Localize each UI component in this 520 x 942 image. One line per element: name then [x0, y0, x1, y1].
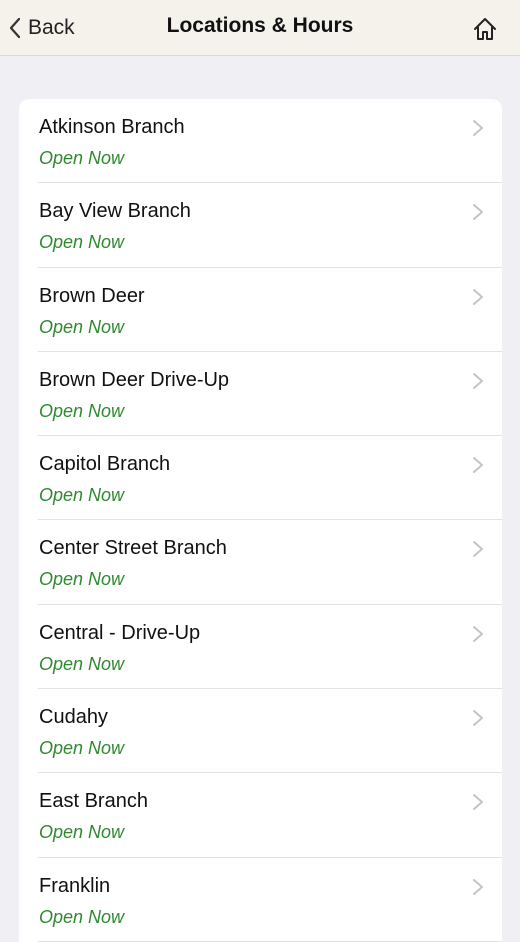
chevron-right-icon [473, 710, 483, 727]
list-item[interactable]: Central - Drive-Up Open Now [19, 605, 502, 690]
list-item[interactable]: Brown Deer Open Now [19, 268, 502, 353]
location-status: Open Now [39, 148, 125, 168]
location-name: Center Street Branch [39, 537, 227, 560]
locations-list: Atkinson Branch Open Now Bay View Branch… [19, 99, 502, 942]
location-name: Capitol Branch [39, 453, 171, 476]
location-name: Brown Deer Drive-Up [39, 368, 230, 391]
chevron-right-icon [473, 457, 483, 474]
location-name: Bay View Branch [39, 200, 191, 223]
navigation-bar: Back Locations & Hours [0, 0, 520, 56]
home-icon [474, 18, 496, 40]
home-button[interactable] [472, 16, 498, 42]
chevron-right-icon [473, 372, 483, 389]
list-item[interactable]: Atkinson Branch Open Now [19, 99, 502, 184]
list-item[interactable]: East Branch Open Now [19, 773, 502, 858]
page-title: Locations & Hours [166, 14, 354, 37]
location-status: Open Now [39, 822, 125, 843]
list-item[interactable]: Capitol Branch Open Now [19, 436, 502, 521]
chevron-right-icon [473, 288, 483, 305]
chevron-right-icon [473, 541, 483, 558]
location-status: Open Now [39, 232, 125, 253]
list-item[interactable]: Bay View Branch Open Now [19, 183, 502, 268]
list-item[interactable]: Brown Deer Drive-Up Open Now [19, 352, 502, 437]
chevron-right-icon [473, 625, 483, 642]
chevron-right-icon [473, 204, 483, 221]
location-name: Cudahy [39, 706, 108, 729]
chevron-right-icon [473, 794, 483, 811]
location-name: Franklin [39, 874, 111, 897]
location-status: Open Now [39, 906, 125, 927]
location-name: Central - Drive-Up [39, 621, 201, 644]
location-status: Open Now [39, 485, 125, 506]
location-status: Open Now [39, 400, 125, 421]
location-name: Brown Deer [39, 284, 145, 307]
location-name: East Branch [39, 790, 148, 813]
list-item[interactable]: Cudahy Open Now [19, 689, 502, 774]
list-item[interactable]: Center Street Branch Open Now [19, 520, 502, 606]
location-status: Open Now [39, 738, 125, 759]
location-status: Open Now [39, 569, 125, 590]
chevron-right-icon [473, 878, 483, 895]
location-name: Atkinson Branch [39, 116, 185, 138]
location-status: Open Now [39, 316, 125, 337]
location-status: Open Now [39, 653, 125, 674]
chevron-right-icon [473, 120, 483, 136]
